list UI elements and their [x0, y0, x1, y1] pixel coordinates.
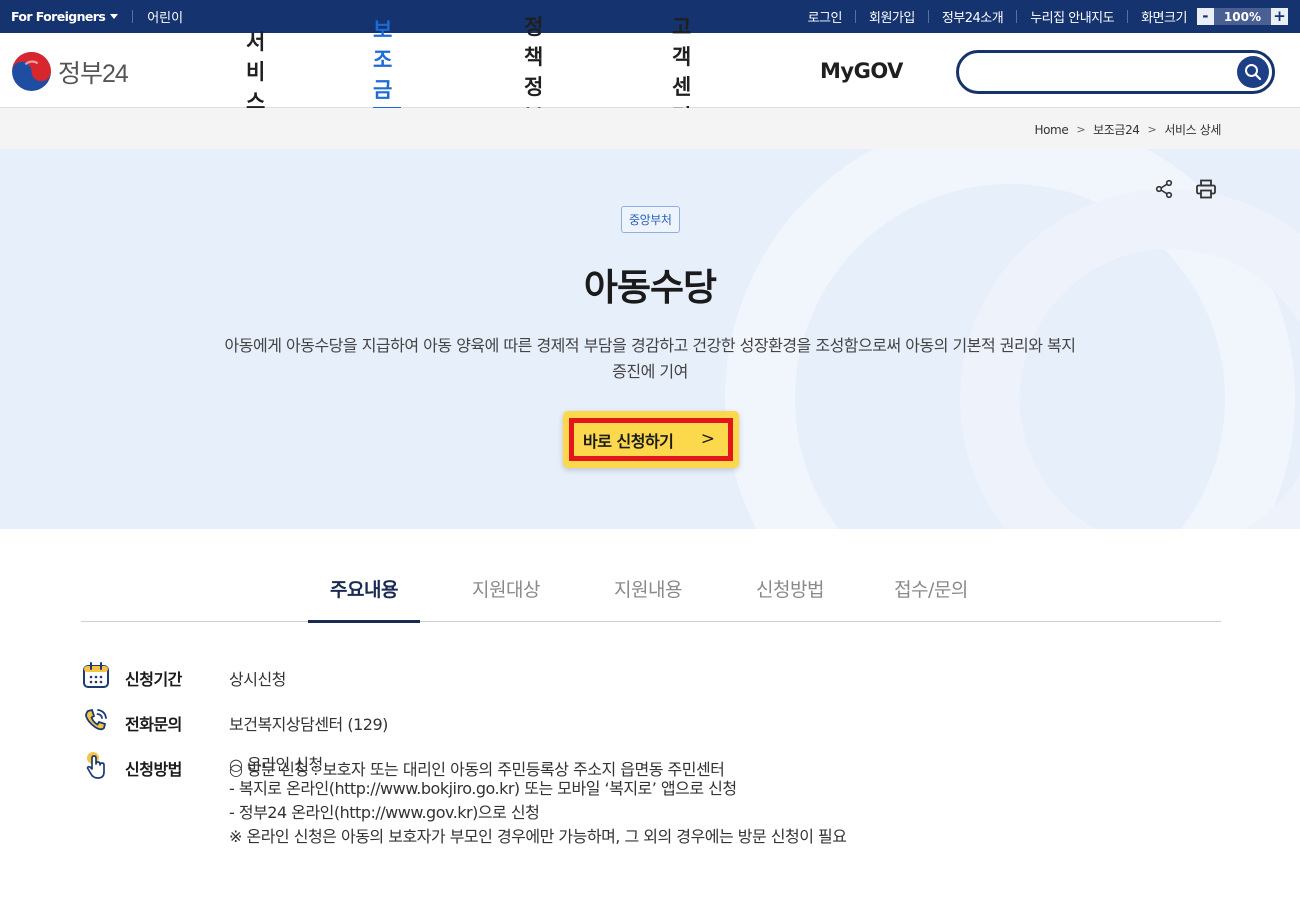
apply-now-label: 바로 신청하기	[583, 432, 674, 451]
breadcrumb-home[interactable]: Home	[1034, 123, 1068, 137]
breadcrumb: Home > 보조금24 > 서비스 상세	[1034, 121, 1221, 138]
divider	[854, 10, 856, 23]
nav-service[interactable]: 서비스	[246, 30, 265, 114]
sitemap-link[interactable]: 누리집 안내지도	[1030, 7, 1114, 26]
logo-text: 정부24	[58, 59, 129, 88]
calendar-icon	[83, 662, 109, 688]
tab-contact[interactable]: 접수/문의	[876, 555, 986, 621]
search-button[interactable]	[1237, 56, 1269, 88]
info-row-period: 신청기간 상시신청	[81, 660, 286, 690]
description-line: 증진에 기여	[612, 362, 688, 381]
info-row-phone: 전화문의 보건복지상담센터 (129)	[81, 705, 388, 735]
about-link[interactable]: 정부24소개	[942, 7, 1004, 26]
info-label: 신청방법	[125, 760, 182, 779]
info-row-method: 신청방법 ○ 방문 신청 : 보호자 또는 대리인 아동의 주민등록상 주소지 …	[81, 750, 725, 780]
print-icon	[1196, 179, 1216, 199]
screen-size-label: 화면크기	[1141, 11, 1187, 26]
category-badge: 중앙부처	[621, 206, 680, 233]
hero-tools	[1152, 177, 1218, 201]
info-value: 상시신청	[229, 670, 286, 689]
zoom-out-button[interactable]: -	[1196, 8, 1214, 25]
zoom-level: 100%	[1213, 8, 1271, 25]
info-label: 신청기간	[125, 670, 182, 689]
hand-pointer-icon	[86, 752, 105, 779]
info-label: 전화문의	[125, 715, 182, 734]
taegeuk-logo-icon	[12, 52, 51, 91]
search-icon	[1245, 64, 1262, 81]
breadcrumb-bar: Home > 보조금24 > 서비스 상세	[0, 108, 1300, 149]
signup-link[interactable]: 회원가입	[869, 7, 915, 26]
share-button[interactable]	[1152, 177, 1176, 201]
top-utility-bar: For Foreigners 어린이 로그인 회원가입 정부24소개 누리집 안…	[0, 0, 1300, 33]
chevron-right-icon: >	[700, 429, 715, 449]
description-line: 아동에게 아동수당을 지급하여 아동 양육에 따른 경제적 부담을 경감하고 건…	[224, 336, 1076, 355]
info-value: 보건복지상담센터 (129)	[229, 715, 388, 734]
site-logo[interactable]: 정부24	[11, 51, 129, 92]
search-input[interactable]	[975, 61, 1235, 83]
nav-mygov[interactable]: MyGOV	[820, 33, 903, 108]
service-hero: 중앙부처 아동수당 아동에게 아동수당을 지급하여 아동 양육에 따른 경제적 …	[0, 149, 1300, 529]
tab-overview[interactable]: 주요내용	[308, 555, 420, 623]
for-foreigners-label: For Foreigners	[11, 9, 106, 24]
nav-customer-center[interactable]: 고객센터	[672, 15, 691, 129]
zoom-control: - 100% +	[1196, 8, 1288, 25]
chevron-right-icon: >	[1147, 123, 1157, 136]
service-description: 아동에게 아동수당을 지급하여 아동 양육에 따른 경제적 부담을 경감하고 건…	[170, 333, 1130, 385]
apply-now-button[interactable]: 바로 신청하기 >	[563, 411, 739, 468]
site-header: 정부24 서비스 보조금24 정책정보 고객센터 MyGOV	[0, 15, 1300, 129]
method-line: ○ 온라인 신청	[229, 755, 323, 774]
divider	[927, 10, 929, 23]
tab-how-to-apply[interactable]: 신청방법	[735, 555, 845, 621]
online-method-details: ○ 온라인 신청 - 복지로 온라인(http://www.bokjiro.go…	[229, 753, 847, 849]
chevron-right-icon: >	[1076, 123, 1086, 136]
breadcrumb-subsidy24[interactable]: 보조금24	[1093, 121, 1140, 138]
content-tabs: 주요내용 지원대상 지원내용 신청방법 접수/문의	[81, 555, 1221, 623]
caret-down-icon	[110, 14, 119, 19]
divider	[132, 10, 134, 23]
breadcrumb-current: 서비스 상세	[1164, 123, 1221, 137]
divider	[1016, 10, 1018, 23]
share-icon	[1155, 179, 1173, 199]
print-button[interactable]	[1194, 177, 1218, 201]
login-link[interactable]: 로그인	[808, 7, 843, 26]
method-line: - 정부24 온라인(http://www.gov.kr)으로 신청	[229, 803, 540, 822]
method-line: - 복지로 온라인(http://www.bokjiro.go.kr) 또는 모…	[229, 779, 737, 798]
phone-icon	[85, 708, 107, 731]
divider	[1127, 10, 1129, 23]
tab-eligibility[interactable]: 지원대상	[451, 555, 561, 621]
service-title: 아동수당	[583, 266, 717, 309]
nav-policy-info[interactable]: 정책정보	[524, 15, 543, 129]
search-box	[956, 50, 1275, 94]
for-foreigners-dropdown[interactable]: For Foreigners	[11, 9, 119, 24]
nav-subsidy24[interactable]: 보조금24	[373, 18, 402, 128]
tab-support-details[interactable]: 지원내용	[593, 555, 703, 621]
method-line: ※ 온라인 신청은 아동의 보호자가 부모인 경우에만 가능하며, 그 외의 경…	[229, 827, 847, 846]
zoom-in-button[interactable]: +	[1271, 8, 1288, 25]
kids-link[interactable]: 어린이	[147, 7, 183, 26]
